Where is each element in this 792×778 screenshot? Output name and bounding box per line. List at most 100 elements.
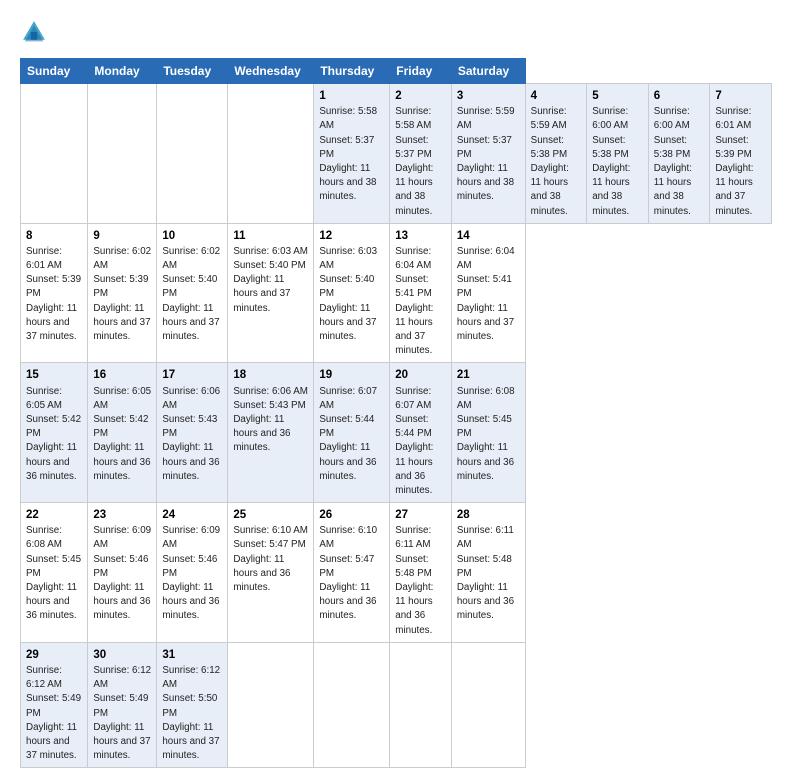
calendar-cell: 7Sunrise: 6:01 AMSunset: 5:39 PMDaylight… bbox=[710, 84, 772, 224]
calendar-cell: 1Sunrise: 5:58 AMSunset: 5:37 PMDaylight… bbox=[314, 84, 390, 224]
cell-content: Sunrise: 6:01 AMSunset: 5:39 PMDaylight:… bbox=[715, 105, 766, 219]
calendar-cell: 8Sunrise: 6:01 AMSunset: 5:39 PMDaylight… bbox=[21, 223, 88, 363]
logo bbox=[20, 18, 52, 46]
cell-content: Sunrise: 6:05 AMSunset: 5:42 PMDaylight:… bbox=[26, 385, 82, 484]
cell-content: Sunrise: 6:06 AMSunset: 5:43 PMDaylight:… bbox=[233, 385, 308, 456]
col-header-sunday: Sunday bbox=[21, 59, 88, 84]
day-number: 2 bbox=[395, 88, 446, 104]
calendar-cell: 11Sunrise: 6:03 AMSunset: 5:40 PMDayligh… bbox=[228, 223, 314, 363]
calendar-cell: 20Sunrise: 6:07 AMSunset: 5:44 PMDayligh… bbox=[390, 363, 452, 503]
cell-content: Sunrise: 6:00 AMSunset: 5:38 PMDaylight:… bbox=[654, 105, 705, 219]
col-header-thursday: Thursday bbox=[314, 59, 390, 84]
calendar-cell: 5Sunrise: 6:00 AMSunset: 5:38 PMDaylight… bbox=[587, 84, 649, 224]
calendar-cell bbox=[451, 642, 525, 768]
calendar-cell: 3Sunrise: 5:59 AMSunset: 5:37 PMDaylight… bbox=[451, 84, 525, 224]
day-number: 30 bbox=[93, 647, 151, 663]
day-number: 22 bbox=[26, 507, 82, 523]
calendar-cell bbox=[314, 642, 390, 768]
calendar-cell: 12Sunrise: 6:03 AMSunset: 5:40 PMDayligh… bbox=[314, 223, 390, 363]
calendar-cell bbox=[21, 84, 88, 224]
calendar-cell: 9Sunrise: 6:02 AMSunset: 5:39 PMDaylight… bbox=[88, 223, 157, 363]
day-number: 19 bbox=[319, 367, 384, 383]
cell-content: Sunrise: 5:59 AMSunset: 5:38 PMDaylight:… bbox=[531, 105, 582, 219]
calendar-cell: 27Sunrise: 6:11 AMSunset: 5:48 PMDayligh… bbox=[390, 503, 452, 643]
calendar-cell: 17 Sunrise: 6:06 AMSunset: 5:43 PMDayligh… bbox=[157, 363, 228, 503]
calendar-cell: 25Sunrise: 6:10 AMSunset: 5:47 PMDayligh… bbox=[228, 503, 314, 643]
header-row: SundayMondayTuesdayWednesdayThursdayFrid… bbox=[21, 59, 772, 84]
cell-content: Sunrise: 6:04 AMSunset: 5:41 PMDaylight:… bbox=[395, 245, 446, 359]
cell-content: Sunrise: 6:03 AMSunset: 5:40 PMDaylight:… bbox=[233, 245, 308, 316]
calendar-cell: 14Sunrise: 6:04 AMSunset: 5:41 PMDayligh… bbox=[451, 223, 525, 363]
calendar-cell bbox=[228, 642, 314, 768]
cell-content: Sunrise: 6:09 AMSunset: 5:46 PMDaylight:… bbox=[93, 524, 151, 623]
cell-content: Sunrise: 6:05 AMSunset: 5:42 PMDaylight:… bbox=[93, 385, 151, 484]
day-number: 9 bbox=[93, 228, 151, 244]
calendar-cell: 19 Sunrise: 6:07 AMSunset: 5:44 PMDayligh… bbox=[314, 363, 390, 503]
cell-content: Sunrise: 5:58 AMSunset: 5:37 PMDaylight:… bbox=[319, 105, 384, 204]
calendar-cell bbox=[228, 84, 314, 224]
day-number: 27 bbox=[395, 507, 446, 523]
calendar-cell: 26Sunrise: 6:10 AMSunset: 5:47 PMDayligh… bbox=[314, 503, 390, 643]
day-number: 14 bbox=[457, 228, 520, 244]
week-row-3: 15 Sunrise: 6:05 AMSunset: 5:42 PMDayligh… bbox=[21, 363, 772, 503]
day-number: 23 bbox=[93, 507, 151, 523]
cell-content: Sunrise: 6:06 AMSunset: 5:43 PMDaylight:… bbox=[162, 385, 222, 484]
day-number: 25 bbox=[233, 507, 308, 523]
cell-content: Sunrise: 6:02 AMSunset: 5:40 PMDaylight:… bbox=[162, 245, 222, 344]
cell-content: Sunrise: 6:08 AMSunset: 5:45 PMDaylight:… bbox=[26, 524, 82, 623]
cell-content: Sunrise: 6:12 AMSunset: 5:50 PMDaylight:… bbox=[162, 664, 222, 763]
week-row-4: 22Sunrise: 6:08 AMSunset: 5:45 PMDayligh… bbox=[21, 503, 772, 643]
col-header-friday: Friday bbox=[390, 59, 452, 84]
cell-content: Sunrise: 6:10 AMSunset: 5:47 PMDaylight:… bbox=[319, 524, 384, 623]
calendar-cell bbox=[390, 642, 452, 768]
calendar-cell: 24Sunrise: 6:09 AMSunset: 5:46 PMDayligh… bbox=[157, 503, 228, 643]
calendar-cell bbox=[157, 84, 228, 224]
cell-content: Sunrise: 6:00 AMSunset: 5:38 PMDaylight:… bbox=[592, 105, 643, 219]
cell-content: Sunrise: 6:11 AMSunset: 5:48 PMDaylight:… bbox=[395, 524, 446, 638]
calendar-cell: 22Sunrise: 6:08 AMSunset: 5:45 PMDayligh… bbox=[21, 503, 88, 643]
cell-content: Sunrise: 6:02 AMSunset: 5:39 PMDaylight:… bbox=[93, 245, 151, 344]
calendar-cell: 30Sunrise: 6:12 AMSunset: 5:49 PMDayligh… bbox=[88, 642, 157, 768]
cell-content: Sunrise: 6:04 AMSunset: 5:41 PMDaylight:… bbox=[457, 245, 520, 344]
calendar-cell: 31Sunrise: 6:12 AMSunset: 5:50 PMDayligh… bbox=[157, 642, 228, 768]
header bbox=[20, 18, 772, 46]
col-header-wednesday: Wednesday bbox=[228, 59, 314, 84]
cell-content: Sunrise: 6:01 AMSunset: 5:39 PMDaylight:… bbox=[26, 245, 82, 344]
calendar-cell: 4Sunrise: 5:59 AMSunset: 5:38 PMDaylight… bbox=[525, 84, 587, 224]
cell-content: Sunrise: 6:08 AMSunset: 5:45 PMDaylight:… bbox=[457, 385, 520, 484]
calendar-cell: 23Sunrise: 6:09 AMSunset: 5:46 PMDayligh… bbox=[88, 503, 157, 643]
calendar-cell: 29Sunrise: 6:12 AMSunset: 5:49 PMDayligh… bbox=[21, 642, 88, 768]
calendar-cell: 16Sunrise: 6:05 AMSunset: 5:42 PMDayligh… bbox=[88, 363, 157, 503]
day-number: 17 bbox=[162, 367, 222, 383]
day-number: 18 bbox=[233, 367, 308, 383]
day-number: 5 bbox=[592, 88, 643, 104]
day-number: 24 bbox=[162, 507, 222, 523]
day-number: 7 bbox=[715, 88, 766, 104]
logo-icon bbox=[20, 18, 48, 46]
day-number: 1 bbox=[319, 88, 384, 104]
day-number: 28 bbox=[457, 507, 520, 523]
cell-content: Sunrise: 6:11 AMSunset: 5:48 PMDaylight:… bbox=[457, 524, 520, 623]
calendar-cell: 2Sunrise: 5:58 AMSunset: 5:37 PMDaylight… bbox=[390, 84, 452, 224]
day-number: 29 bbox=[26, 647, 82, 663]
col-header-saturday: Saturday bbox=[451, 59, 525, 84]
calendar-cell: 10Sunrise: 6:02 AMSunset: 5:40 PMDayligh… bbox=[157, 223, 228, 363]
week-row-1: 1Sunrise: 5:58 AMSunset: 5:37 PMDaylight… bbox=[21, 84, 772, 224]
day-number: 15 bbox=[26, 367, 82, 383]
cell-content: Sunrise: 6:09 AMSunset: 5:46 PMDaylight:… bbox=[162, 524, 222, 623]
cell-content: Sunrise: 6:07 AMSunset: 5:44 PMDaylight:… bbox=[319, 385, 384, 484]
day-number: 3 bbox=[457, 88, 520, 104]
calendar-cell bbox=[88, 84, 157, 224]
day-number: 8 bbox=[26, 228, 82, 244]
day-number: 4 bbox=[531, 88, 582, 104]
cell-content: Sunrise: 6:10 AMSunset: 5:47 PMDaylight:… bbox=[233, 524, 308, 595]
page: SundayMondayTuesdayWednesdayThursdayFrid… bbox=[0, 0, 792, 778]
calendar-cell: 13Sunrise: 6:04 AMSunset: 5:41 PMDayligh… bbox=[390, 223, 452, 363]
cell-content: Sunrise: 6:12 AMSunset: 5:49 PMDaylight:… bbox=[93, 664, 151, 763]
calendar-table: SundayMondayTuesdayWednesdayThursdayFrid… bbox=[20, 58, 772, 768]
calendar-cell: 15 Sunrise: 6:05 AMSunset: 5:42 PMDayligh… bbox=[21, 363, 88, 503]
day-number: 21 bbox=[457, 367, 520, 383]
day-number: 31 bbox=[162, 647, 222, 663]
cell-content: Sunrise: 6:03 AMSunset: 5:40 PMDaylight:… bbox=[319, 245, 384, 344]
col-header-tuesday: Tuesday bbox=[157, 59, 228, 84]
